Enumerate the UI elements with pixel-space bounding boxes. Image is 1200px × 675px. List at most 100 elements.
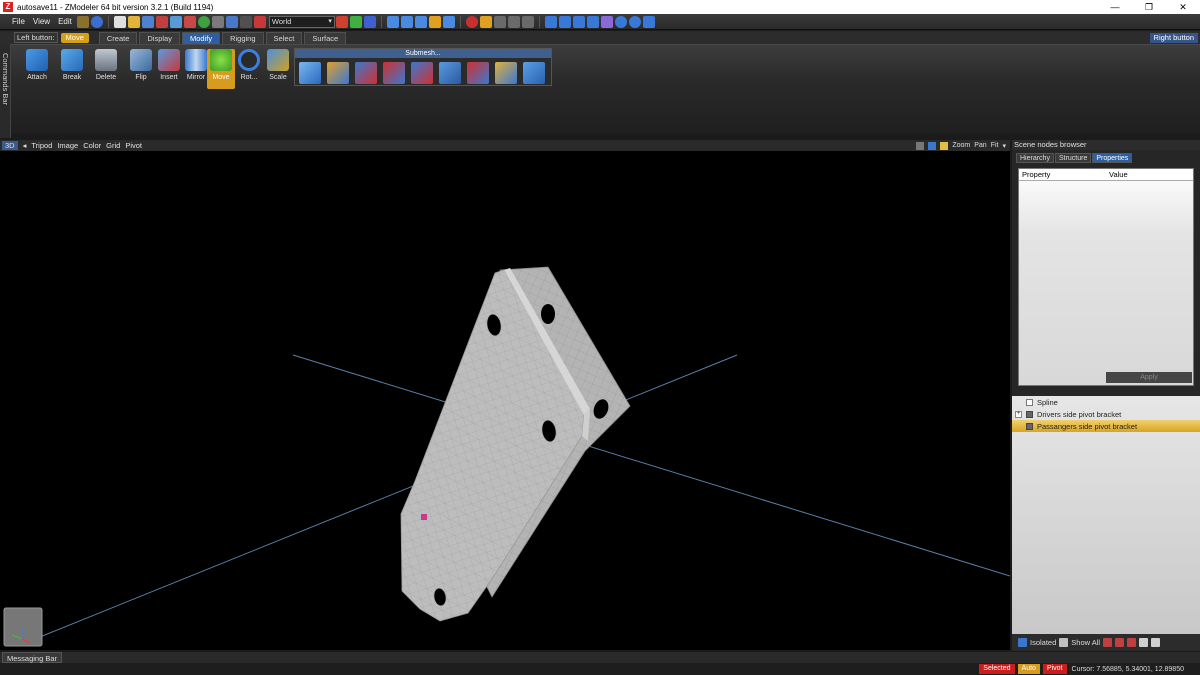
copy-icon[interactable] xyxy=(211,15,224,28)
select-vertex-icon[interactable] xyxy=(386,15,399,28)
tab-structure[interactable]: Structure xyxy=(1054,153,1092,163)
view-mode-label[interactable]: 3D xyxy=(2,141,18,150)
delete-button[interactable]: Delete xyxy=(89,49,123,89)
maximize-button[interactable]: ❐ xyxy=(1132,2,1166,13)
auto-status[interactable]: Auto xyxy=(1017,664,1040,674)
tab-modify[interactable]: Modify xyxy=(181,31,221,44)
open-file-icon[interactable] xyxy=(127,15,140,28)
settings-icon[interactable] xyxy=(253,15,266,28)
expand-plus-icon[interactable]: + xyxy=(1015,410,1022,418)
view-3d-icon[interactable] xyxy=(586,15,599,28)
tab-properties[interactable]: Properties xyxy=(1092,153,1133,163)
rotate-button[interactable]: Rot... xyxy=(235,49,263,89)
node-tool-icon-2[interactable] xyxy=(1115,637,1125,647)
node-tool-icon-4[interactable] xyxy=(1139,637,1149,647)
image-menu[interactable]: Image xyxy=(57,141,78,150)
snap-grid-icon[interactable] xyxy=(479,15,492,28)
render-icon[interactable] xyxy=(197,15,210,28)
camera-icon[interactable] xyxy=(642,15,655,28)
move-button[interactable]: Move xyxy=(207,49,235,89)
messaging-bar-tab[interactable]: Messaging Bar xyxy=(2,652,63,663)
coordinate-space-select[interactable]: World xyxy=(268,15,335,28)
submesh-cut-icon[interactable] xyxy=(383,62,405,84)
axis-x-icon[interactable] xyxy=(335,15,348,28)
isolated-button[interactable]: Isolated xyxy=(1030,638,1056,647)
help-icon[interactable] xyxy=(90,15,103,28)
node-tool-icon-5[interactable] xyxy=(1151,637,1161,647)
tab-rigging[interactable]: Rigging xyxy=(222,31,264,44)
right-button-mode[interactable]: Right button xyxy=(1149,32,1198,43)
tab-surface[interactable]: Surface xyxy=(304,31,347,44)
tab-select[interactable]: Select xyxy=(265,31,303,44)
submesh-smooth-icon[interactable] xyxy=(495,62,517,84)
snap-vertex-icon[interactable] xyxy=(493,15,506,28)
minimize-button[interactable]: — xyxy=(1098,2,1132,13)
light-icon[interactable] xyxy=(628,15,641,28)
color-menu[interactable]: Color xyxy=(83,141,101,150)
attach-button[interactable]: Attach xyxy=(20,49,54,89)
chevron-down-icon[interactable]: ▾ xyxy=(1002,142,1006,150)
axis-z-icon[interactable] xyxy=(363,15,376,28)
break-button[interactable]: Break xyxy=(55,49,89,89)
snap-angle-icon[interactable] xyxy=(521,15,534,28)
node-passengers-side[interactable]: Passangers side pivot bracket xyxy=(1012,420,1200,432)
selected-status[interactable]: Selected xyxy=(979,664,1015,674)
menu-file[interactable]: File xyxy=(8,17,29,26)
visibility-checkbox[interactable] xyxy=(1026,398,1033,406)
tab-hierarchy[interactable]: Hierarchy xyxy=(1016,153,1054,163)
select-edge-icon[interactable] xyxy=(400,15,413,28)
submesh-extrude-icon[interactable] xyxy=(327,62,349,84)
submesh-split-icon[interactable] xyxy=(355,62,377,84)
snap-icon[interactable] xyxy=(465,15,478,28)
select-object-icon[interactable] xyxy=(428,15,441,28)
menu-edit[interactable]: Edit xyxy=(54,17,76,26)
close-button[interactable]: ✕ xyxy=(1166,2,1200,13)
redo-icon[interactable] xyxy=(183,15,196,28)
node-tool-icon-3[interactable] xyxy=(1127,637,1137,647)
apply-button[interactable]: Apply xyxy=(1106,372,1192,383)
tab-display[interactable]: Display xyxy=(139,31,180,44)
node-tool-icon-1[interactable] xyxy=(1103,637,1113,647)
visibility-checkbox[interactable] xyxy=(1026,422,1033,430)
3d-viewport[interactable] xyxy=(0,151,1011,650)
submesh-uv-icon[interactable] xyxy=(523,62,545,84)
view-top-icon[interactable] xyxy=(572,15,585,28)
snap-edge-icon[interactable] xyxy=(507,15,520,28)
tripod-menu[interactable]: Tripod xyxy=(31,141,52,150)
undo-icon[interactable] xyxy=(169,15,182,28)
material-icon[interactable] xyxy=(614,15,627,28)
node-drivers-side[interactable]: + Drivers side pivot bracket xyxy=(1012,408,1200,420)
view-side-icon[interactable] xyxy=(558,15,571,28)
axis-y-icon[interactable] xyxy=(349,15,362,28)
submesh-detach-icon[interactable] xyxy=(467,62,489,84)
select-poly-icon[interactable] xyxy=(414,15,427,28)
node-spline[interactable]: Spline xyxy=(1012,396,1200,408)
left-button-mode[interactable]: Move xyxy=(60,32,89,43)
save-icon[interactable] xyxy=(141,15,154,28)
new-file-icon[interactable] xyxy=(113,15,126,28)
submesh-label[interactable]: Submesh... xyxy=(295,49,551,58)
light-bulb-icon[interactable] xyxy=(940,141,949,150)
view-icon-2[interactable] xyxy=(928,141,937,150)
pivot-status[interactable]: Pivot xyxy=(1042,664,1067,674)
select-all-icon[interactable] xyxy=(442,15,455,28)
import-icon[interactable] xyxy=(155,15,168,28)
scale-button[interactable]: Scale xyxy=(264,49,292,89)
chevron-left-icon[interactable]: ◂ xyxy=(23,141,27,150)
visibility-checkbox[interactable] xyxy=(1026,410,1033,418)
show-all-button[interactable]: Show All xyxy=(1071,638,1100,647)
tab-create[interactable]: Create xyxy=(98,31,138,44)
delete-icon[interactable] xyxy=(239,15,252,28)
wizard-icon[interactable] xyxy=(76,15,89,28)
left-button-label[interactable]: Left button: xyxy=(14,32,58,43)
grid-menu[interactable]: Grid xyxy=(106,141,120,150)
submesh-weld-icon[interactable] xyxy=(411,62,433,84)
fit-tool[interactable]: Fit xyxy=(991,142,999,149)
texture-icon[interactable] xyxy=(600,15,613,28)
paste-icon[interactable] xyxy=(225,15,238,28)
menu-view[interactable]: View xyxy=(29,17,54,26)
submesh-bevel-icon[interactable] xyxy=(439,62,461,84)
view-front-icon[interactable] xyxy=(544,15,557,28)
view-icon-1[interactable] xyxy=(916,141,925,150)
pan-tool[interactable]: Pan xyxy=(974,142,986,149)
